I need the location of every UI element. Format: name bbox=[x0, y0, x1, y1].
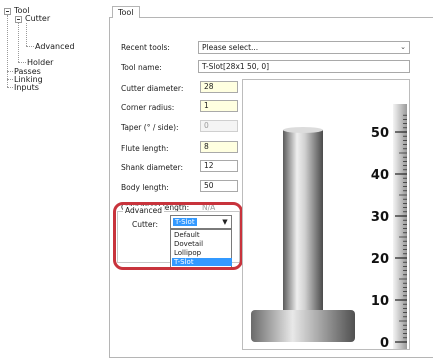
highlight-annotation bbox=[113, 202, 243, 270]
tool-cutter-head bbox=[251, 310, 355, 342]
flute-length-input[interactable]: 8 bbox=[200, 141, 238, 153]
ruler-scale-label: 10 bbox=[371, 294, 389, 309]
collapse-icon[interactable] bbox=[15, 16, 22, 23]
collapse-icon[interactable] bbox=[4, 8, 11, 15]
cutter-diameter-input[interactable]: 28 bbox=[200, 81, 238, 93]
tool-name-input[interactable]: T-Slot[28x1 50, 0] bbox=[198, 60, 410, 73]
body-length-label: Body length: bbox=[121, 183, 169, 192]
ruler-scale: 50 40 30 20 10 0 bbox=[371, 126, 389, 350]
tree-item-cutter[interactable]: Cutter bbox=[25, 14, 50, 23]
ruler-scale-label: 0 bbox=[380, 336, 389, 350]
ruler bbox=[393, 104, 407, 349]
tree-item-holder[interactable]: Holder bbox=[27, 58, 53, 67]
tool-name-label: Tool name: bbox=[121, 63, 162, 72]
tree-item-advanced[interactable]: Advanced bbox=[35, 42, 75, 51]
ruler-scale-label: 50 bbox=[371, 126, 389, 141]
flute-length-label: Flute length: bbox=[121, 144, 169, 153]
corner-radius-input[interactable]: 1 bbox=[200, 100, 238, 112]
chevron-down-icon: ⌄ bbox=[400, 43, 406, 51]
cutter-diameter-label: Cutter diameter: bbox=[121, 84, 184, 93]
tab-tool[interactable]: Tool bbox=[112, 6, 140, 18]
tool-shank bbox=[283, 130, 323, 310]
ruler-scale-label: 40 bbox=[371, 168, 389, 183]
recent-tools-select[interactable]: Please select... ⌄ bbox=[198, 41, 410, 54]
recent-tools-label: Recent tools: bbox=[121, 43, 170, 52]
tree-item-inputs[interactable]: Inputs bbox=[14, 83, 39, 92]
tool-preview: 50 40 30 20 10 0 bbox=[242, 79, 410, 350]
ruler-scale-label: 20 bbox=[371, 252, 389, 267]
taper-input: 0 bbox=[200, 120, 238, 132]
tool-preview-drawing: 50 40 30 20 10 0 bbox=[251, 104, 407, 350]
body-length-input[interactable]: 50 bbox=[200, 180, 238, 192]
ruler-scale-label: 30 bbox=[371, 210, 389, 225]
taper-label: Taper (° / side): bbox=[121, 123, 179, 132]
recent-tools-value: Please select... bbox=[202, 43, 259, 52]
tool-tree: Tool Cutter Advanced Holder Passes Linki… bbox=[4, 6, 104, 346]
corner-radius-label: Corner radius: bbox=[121, 103, 175, 112]
shank-diameter-input[interactable]: 12 bbox=[200, 160, 238, 172]
shank-diameter-label: Shank diameter: bbox=[121, 163, 183, 172]
tool-shank-top bbox=[283, 127, 323, 133]
